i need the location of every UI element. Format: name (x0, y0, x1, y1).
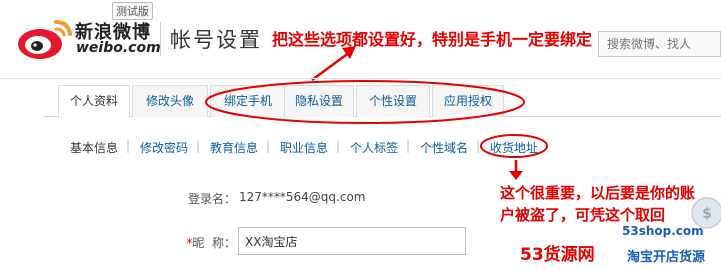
header-divider (160, 22, 161, 56)
watermark-title: 53货源网 (520, 245, 595, 265)
subnav-education[interactable]: 教育信息 (210, 139, 258, 156)
subnav-domain[interactable]: 个性域名 (420, 139, 468, 156)
search-box[interactable] (598, 31, 721, 57)
annotation-right: 这个很重要，以后要是你的账户被盗了，可凭这个取回 (500, 184, 696, 224)
nickname-label: 昵 称： (192, 236, 236, 250)
page-title: 帐号设置 (170, 28, 262, 52)
subnav-separator: | (266, 139, 271, 153)
weibo-logo-icon[interactable] (16, 14, 74, 62)
subnav-separator: | (196, 139, 201, 153)
subnav-basic-info[interactable]: 基本信息 (70, 139, 118, 156)
header: 测试版 新浪微博 weibo.com 帐号设置 把这些选项都设置好，特别是手机一… (0, 0, 721, 82)
subnav-change-password[interactable]: 修改密码 (140, 139, 188, 156)
subnav-separator: | (126, 139, 131, 153)
search-input[interactable] (599, 32, 720, 56)
brand-domain: weibo.com (76, 40, 161, 56)
subnav-separator: | (336, 139, 341, 153)
nickname-input[interactable] (238, 227, 466, 255)
login-value: 127****564@qq.com (239, 190, 366, 204)
subnav-tags[interactable]: 个人标签 (350, 139, 398, 156)
watermark-site: 53shop.com (622, 224, 704, 238)
login-label: 登录名： (187, 192, 236, 206)
svg-text:$: $ (702, 206, 712, 222)
nickname-label-wrap: *昵 称： (170, 234, 236, 251)
tab-avatar[interactable]: 修改头像 (132, 85, 208, 117)
annotation-arrow-down-icon (509, 160, 523, 180)
watermark-slogan: 淘宝开店货源 (627, 250, 706, 265)
subnav-separator: | (406, 139, 411, 153)
subnav-career[interactable]: 职业信息 (280, 139, 328, 156)
tab-profile[interactable]: 个人资料 (58, 85, 130, 118)
annotation-circle-address (480, 134, 548, 158)
annotation-circle-tabs (205, 80, 525, 124)
